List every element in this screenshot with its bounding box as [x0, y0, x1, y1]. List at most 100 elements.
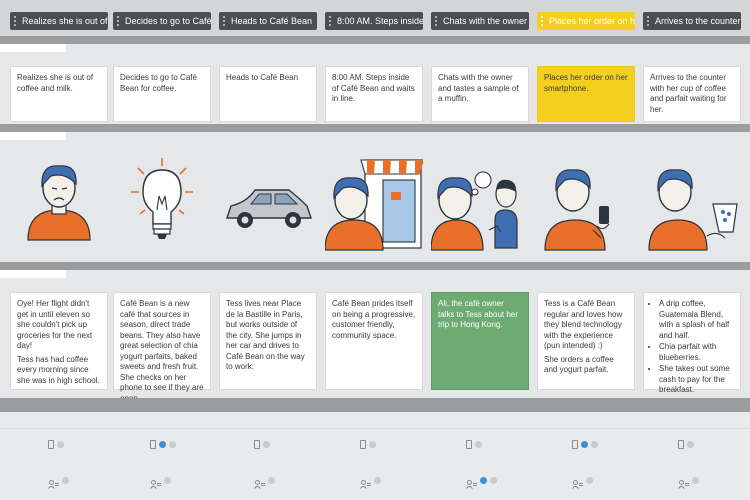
active-indicator-dot[interactable]	[159, 441, 166, 448]
note-paragraph: Tess lives near Place de la Bastille in …	[226, 299, 305, 371]
drag-handle-icon[interactable]	[14, 16, 17, 26]
phone-icon[interactable]	[572, 440, 578, 449]
indicator-dot[interactable]	[169, 441, 176, 448]
device-control-6[interactable]	[572, 440, 598, 449]
scene-parfait-illustration[interactable]	[643, 150, 741, 255]
scene-phone-illustration[interactable]	[537, 150, 635, 255]
phone-icon[interactable]	[466, 440, 472, 449]
persona-icon[interactable]	[48, 476, 59, 489]
note-bullet-list: A drip coffee, Guatemala Blend, with a s…	[659, 299, 734, 396]
drag-handle-icon[interactable]	[117, 16, 120, 26]
step-chip-4[interactable]: 8:00 AM. Steps inside ...	[325, 12, 423, 30]
persona-icon[interactable]	[360, 476, 371, 489]
step-chip-5[interactable]: Chats with the owner a...	[431, 12, 529, 30]
persona-icon[interactable]	[572, 476, 583, 489]
persona-icon[interactable]	[254, 476, 265, 489]
note-card-3[interactable]: Tess lives near Place de la Bastille in …	[219, 292, 317, 390]
step-chip-label: Places her order on he...	[549, 16, 635, 26]
drag-handle-icon[interactable]	[329, 16, 332, 26]
indicator-dot[interactable]	[62, 477, 69, 484]
persona-control-6[interactable]	[572, 476, 593, 489]
step-card-1[interactable]: Realizes she is out of coffee and milk.	[10, 66, 108, 122]
step-chip-1[interactable]: Realizes she is out of c...	[10, 12, 108, 30]
indicator-dot[interactable]	[475, 441, 482, 448]
persona-icon[interactable]	[466, 476, 477, 489]
indicator-dot[interactable]	[263, 441, 270, 448]
persona-control-1[interactable]	[48, 476, 69, 489]
scene-sad-woman-illustration[interactable]	[10, 150, 108, 255]
device-control-7[interactable]	[678, 440, 694, 449]
device-control-3[interactable]	[254, 440, 270, 449]
lane-divider-2	[0, 262, 750, 270]
note-card-1[interactable]: Oye! Her flight didn't get in until elev…	[10, 292, 108, 390]
scene-lightbulb-illustration[interactable]	[113, 150, 211, 255]
phone-icon[interactable]	[254, 440, 260, 449]
device-control-2[interactable]	[150, 440, 176, 449]
note-card-2[interactable]: Café Bean is a new café that sources in …	[113, 292, 211, 403]
note-card-7[interactable]: A drip coffee, Guatemala Blend, with a s…	[643, 292, 741, 394]
indicator-dot[interactable]	[591, 441, 598, 448]
lane-tab-steps[interactable]	[0, 44, 66, 52]
indicator-dot[interactable]	[490, 477, 497, 484]
step-chip-label: Chats with the owner a...	[443, 16, 529, 26]
step-chip-3[interactable]: Heads to Café Bean	[219, 12, 317, 30]
step-chip-label: Realizes she is out of c...	[22, 16, 108, 26]
lane-tab-notes[interactable]	[0, 270, 66, 278]
phone-icon[interactable]	[150, 440, 156, 449]
indicator-dot[interactable]	[57, 441, 64, 448]
step-chip-7[interactable]: Arrives to the counter ...	[643, 12, 741, 30]
step-card-5[interactable]: Chats with the owner and tastes a sample…	[431, 66, 529, 122]
indicator-dot[interactable]	[164, 477, 171, 484]
indicator-dot[interactable]	[369, 441, 376, 448]
note-card-6[interactable]: Tess is a Café Bean regular and loves ho…	[537, 292, 635, 390]
step-card-7[interactable]: Arrives to the counter with her cup of c…	[643, 66, 741, 122]
persona-control-5[interactable]	[466, 476, 497, 489]
note-paragraph: Café Bean is a new café that sources in …	[120, 299, 204, 403]
step-card-2[interactable]: Decides to go to Café Bean for coffee.	[113, 66, 211, 122]
note-bullet: She takes out some cash to pay for the b…	[659, 364, 734, 396]
drag-handle-icon[interactable]	[435, 16, 438, 26]
scene-car-illustration[interactable]	[219, 150, 317, 255]
device-control-5[interactable]	[466, 440, 482, 449]
scene-chatting-illustration[interactable]	[431, 150, 529, 255]
active-indicator-dot[interactable]	[581, 441, 588, 448]
note-bullet: A drip coffee, Guatemala Blend, with a s…	[659, 299, 734, 341]
note-paragraph: Oye! Her flight didn't get in until elev…	[17, 299, 93, 350]
note-bullet: Chia parfait with blueberries.	[659, 342, 734, 363]
drag-handle-icon[interactable]	[223, 16, 226, 26]
indicator-dot[interactable]	[586, 477, 593, 484]
indicator-dot[interactable]	[692, 477, 699, 484]
drag-handle-icon[interactable]	[541, 16, 544, 26]
persona-control-3[interactable]	[254, 476, 275, 489]
note-paragraph: Tess is a Café Bean regular and loves ho…	[544, 299, 623, 350]
scene-storefront-illustration[interactable]	[325, 150, 423, 255]
note-card-5[interactable]: Ali, the café owner talks to Tess about …	[431, 292, 529, 390]
indicator-dot[interactable]	[687, 441, 694, 448]
active-indicator-dot[interactable]	[480, 477, 487, 484]
step-chip-2[interactable]: Decides to go to Café ...	[113, 12, 211, 30]
step-card-3[interactable]: Heads to Café Bean	[219, 66, 317, 122]
step-chip-label: Arrives to the counter ...	[655, 16, 741, 26]
device-control-4[interactable]	[360, 440, 376, 449]
phone-icon[interactable]	[48, 440, 54, 449]
step-chip-label: Decides to go to Café ...	[125, 16, 211, 26]
footer-controls	[0, 412, 750, 500]
step-card-6[interactable]: Places her order on her smartphone.	[537, 66, 635, 122]
persona-control-7[interactable]	[678, 476, 699, 489]
step-chip-6[interactable]: Places her order on he...	[537, 12, 635, 30]
persona-control-2[interactable]	[150, 476, 171, 489]
phone-icon[interactable]	[360, 440, 366, 449]
phone-icon[interactable]	[678, 440, 684, 449]
persona-control-4[interactable]	[360, 476, 381, 489]
drag-handle-icon[interactable]	[647, 16, 650, 26]
persona-icon[interactable]	[678, 476, 689, 489]
device-control-1[interactable]	[48, 440, 64, 449]
step-card-4[interactable]: 8:00 AM. Steps inside of Café Bean and w…	[325, 66, 423, 122]
lane-tab-scenes[interactable]	[0, 132, 66, 140]
note-card-4[interactable]: Café Bean prides itself on being a progr…	[325, 292, 423, 390]
header-divider	[0, 36, 750, 44]
indicator-dot[interactable]	[268, 477, 275, 484]
persona-icon[interactable]	[150, 476, 161, 489]
indicator-dot[interactable]	[374, 477, 381, 484]
step-chip-label: Heads to Café Bean	[231, 16, 313, 26]
